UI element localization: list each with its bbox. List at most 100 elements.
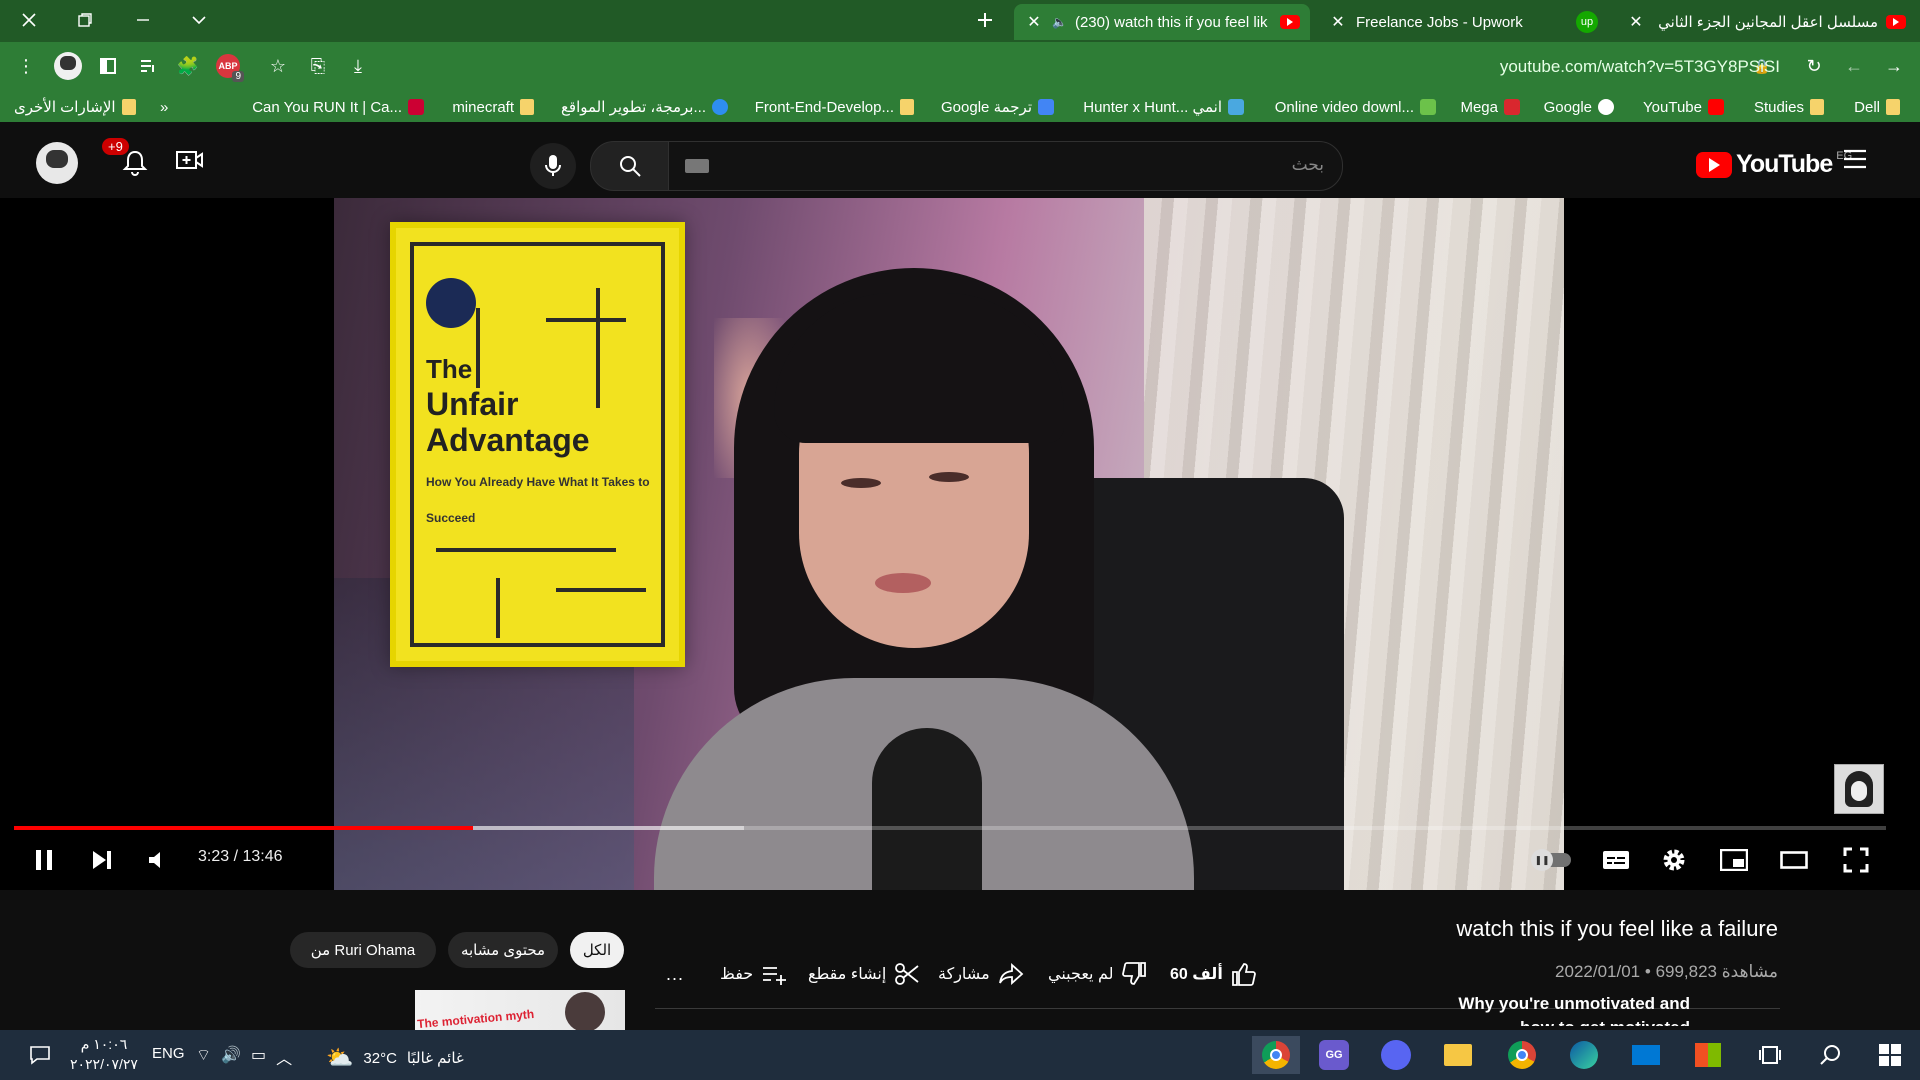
theater-mode-button[interactable] xyxy=(1772,838,1816,882)
chip-all[interactable]: الكل xyxy=(570,932,624,968)
close-tab-icon[interactable]: ✕ xyxy=(1328,12,1348,32)
voice-search-button[interactable] xyxy=(530,143,576,189)
system-tray-icons[interactable]: ⌔ 🔊 ▭ ︿ xyxy=(196,1045,292,1069)
folder-icon xyxy=(121,99,136,115)
extensions-button[interactable]: 🧩 xyxy=(172,50,204,82)
recommendation-thumbnail[interactable]: The motivation myth xyxy=(415,990,625,1030)
bookmark-video-downloader[interactable]: Online video downl... xyxy=(1275,96,1436,118)
close-window-button[interactable] xyxy=(0,0,58,40)
video-frame[interactable]: The Unfair Advantage How You Already Hav… xyxy=(334,198,1564,890)
input-language[interactable]: ENG xyxy=(152,1045,185,1062)
bookmark-can-you-run-it[interactable]: Can You RUN It | Ca... xyxy=(252,96,424,118)
subtitles-button[interactable] xyxy=(1594,838,1638,882)
side-panel-button[interactable] xyxy=(92,50,124,82)
taskbar-opera-gx[interactable]: GG xyxy=(1314,1036,1354,1074)
close-tab-icon[interactable]: ✕ xyxy=(1626,12,1646,32)
search-button[interactable] xyxy=(590,141,670,191)
bookmark-star-button[interactable]: ☆ xyxy=(262,50,294,82)
weather-widget[interactable]: ⛅ 32°C غائم غالبًا xyxy=(326,1045,464,1071)
browser-menu-button[interactable]: ⋮ xyxy=(10,50,42,82)
youtube-icon xyxy=(1708,99,1724,115)
notification-center-button[interactable] xyxy=(20,1036,60,1074)
guide-menu-button[interactable] xyxy=(1842,148,1868,175)
taskbar-discord[interactable] xyxy=(1376,1036,1416,1074)
next-video-button[interactable] xyxy=(80,838,124,882)
tab-upwork[interactable]: ✕ Freelance Jobs - Upwork up xyxy=(1318,4,1608,40)
minimize-window-button[interactable] xyxy=(114,0,172,40)
bookmark-translate[interactable]: Google ترجمة xyxy=(941,96,1054,118)
reading-list-button[interactable] xyxy=(132,50,164,82)
bookmarks-overflow-button[interactable]: » xyxy=(160,96,168,118)
bookmark-other[interactable]: الإشارات الأخرى xyxy=(14,96,136,118)
bookmark-studies[interactable]: Studies xyxy=(1754,96,1824,118)
share-icon: ⎘ xyxy=(310,55,326,76)
notification-count-badge: +9 xyxy=(102,138,129,155)
restore-icon xyxy=(78,13,92,27)
miniplayer-button[interactable] xyxy=(1712,838,1756,882)
clip-button[interactable]: إنشاء مقطع xyxy=(808,958,920,990)
tab-youtube-video[interactable]: ✕ 🔈 (230) watch this if you feel lik xyxy=(1014,4,1310,40)
chip-related[interactable]: محتوى مشابه xyxy=(448,932,558,968)
create-video-button[interactable] xyxy=(176,148,204,177)
audio-playing-icon: 🔈 xyxy=(1052,15,1067,29)
windows-logo-icon xyxy=(1879,1044,1901,1066)
restore-window-button[interactable] xyxy=(56,0,114,40)
taskbar-search-button[interactable] xyxy=(1810,1036,1850,1074)
taskbar-file-explorer[interactable] xyxy=(1438,1036,1478,1074)
tab-series[interactable]: ✕ مسلسل اعقل المجانين الجزء الثاني xyxy=(1616,4,1916,40)
bookmark-dell[interactable]: Dell xyxy=(1854,96,1900,118)
address-bar[interactable]: youtube.com/watch?v=5T3GY8PSiSI xyxy=(1440,52,1780,82)
taskbar-store[interactable] xyxy=(1688,1036,1728,1074)
mute-button[interactable] xyxy=(136,838,180,882)
bookmark-mega[interactable]: Mega xyxy=(1460,96,1520,118)
install-app-button[interactable]: ⤓ xyxy=(342,50,374,82)
pause-button[interactable] xyxy=(22,838,66,882)
extension-badge: 9 xyxy=(232,71,244,82)
fullscreen-button[interactable] xyxy=(1834,838,1878,882)
more-actions-button[interactable]: ... xyxy=(666,958,684,990)
search-input[interactable]: بحث xyxy=(668,141,1343,191)
share-page-button[interactable]: ⎘ xyxy=(302,50,334,82)
notifications-button[interactable]: +9 xyxy=(102,138,148,178)
reload-button[interactable]: ↻ xyxy=(1798,50,1830,82)
google-icon xyxy=(1598,99,1614,115)
video-player[interactable]: The Unfair Advantage How You Already Hav… xyxy=(0,198,1920,890)
youtube-logo[interactable]: YouTube EG xyxy=(1696,150,1852,179)
clock[interactable]: ١٠:٠٦ م ٢٠٢٢/٠٧/٢٧ xyxy=(70,1034,138,1074)
like-button[interactable]: 60 ألف xyxy=(1170,958,1257,990)
autoplay-toggle[interactable]: ❚❚ xyxy=(1526,838,1578,882)
share-button[interactable]: مشاركة xyxy=(938,958,1024,990)
channel-watermark[interactable] xyxy=(1834,764,1884,814)
tab-title: Freelance Jobs - Upwork xyxy=(1356,13,1523,31)
recommendation-title[interactable]: Why you're unmotivated and xyxy=(1458,994,1690,1014)
account-avatar[interactable] xyxy=(36,142,78,184)
profile-avatar-icon xyxy=(54,52,82,80)
settings-button[interactable] xyxy=(1652,838,1696,882)
new-tab-button[interactable] xyxy=(956,0,1014,40)
bookmark-hunter[interactable]: Hunter x Hunt... انمي xyxy=(1083,96,1244,118)
chip-from-channel[interactable]: من Ruri Ohama xyxy=(290,932,436,968)
tab-search-button[interactable] xyxy=(170,0,228,40)
adblock-extension-button[interactable]: ABP 9 xyxy=(212,50,244,82)
bookmark-front-end[interactable]: Front-End-Develop... xyxy=(755,96,914,118)
translate-icon xyxy=(1038,99,1054,115)
task-view-button[interactable] xyxy=(1750,1036,1790,1074)
seek-bar[interactable] xyxy=(14,826,1886,830)
taskbar-chrome-active[interactable] xyxy=(1252,1036,1300,1074)
taskbar-chrome-2[interactable] xyxy=(1502,1036,1542,1074)
forward-button[interactable]: → xyxy=(1878,50,1910,82)
bookmark-youtube[interactable]: YouTube xyxy=(1643,96,1724,118)
save-button[interactable]: حفظ xyxy=(720,958,787,990)
start-button[interactable] xyxy=(1870,1036,1910,1074)
bookmark-minecraft[interactable]: minecraft xyxy=(452,96,534,118)
taskbar-edge[interactable] xyxy=(1564,1036,1604,1074)
close-tab-icon[interactable]: ✕ xyxy=(1024,12,1044,32)
dislike-button[interactable]: لم يعجبني xyxy=(1048,958,1147,990)
closed-captions-icon xyxy=(1603,851,1629,869)
profile-button[interactable] xyxy=(52,50,84,82)
bookmark-google[interactable]: Google xyxy=(1544,96,1614,118)
keyboard-icon[interactable] xyxy=(685,159,709,173)
back-button[interactable]: ← xyxy=(1838,50,1870,82)
taskbar-mail[interactable] xyxy=(1626,1036,1666,1074)
bookmark-programming[interactable]: برمجة، تطوير المواقع... xyxy=(561,96,728,118)
